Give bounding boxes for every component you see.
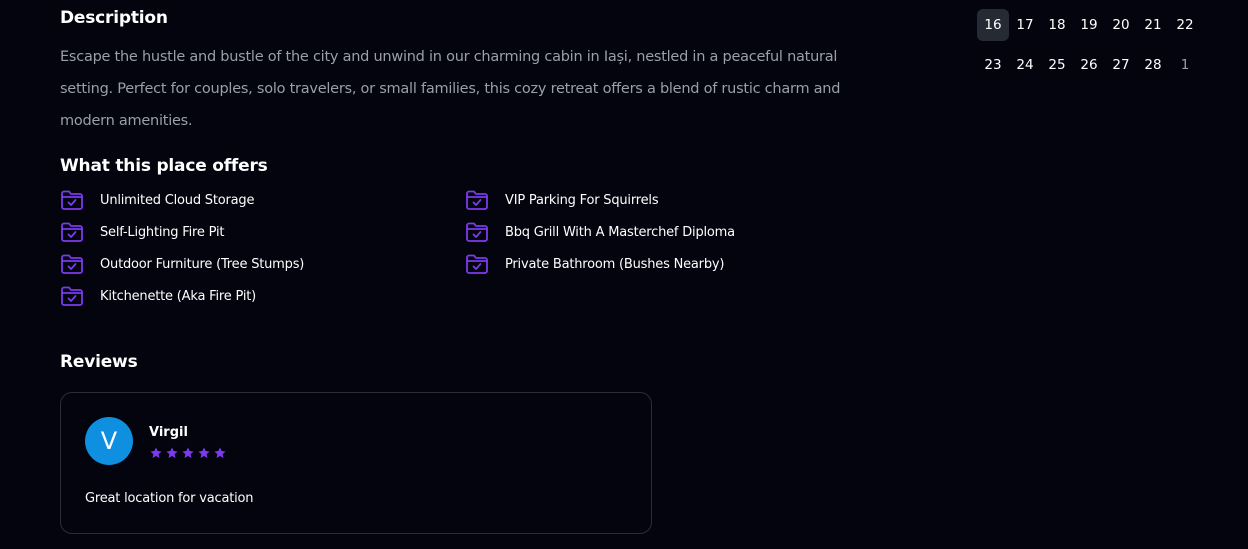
amenity-item: Self-Lighting Fire Pit [60,220,224,244]
calendar-day[interactable]: 22 [1169,9,1201,41]
folder-check-icon [60,285,84,307]
folder-check-icon [465,253,489,275]
amenity-item: Bbq Grill With A Masterchef Diploma [465,220,735,244]
avatar: V [85,417,133,465]
reviewer-name: Virgil [149,425,188,440]
star-icon [149,446,163,460]
calendar-day[interactable]: 24 [1009,49,1041,81]
amenity-label: VIP Parking For Squirrels [505,192,659,208]
calendar-day[interactable]: 21 [1137,9,1169,41]
calendar-day[interactable]: 25 [1041,49,1073,81]
review-text: Great location for vacation [85,491,254,506]
folder-check-icon [60,189,84,211]
calendar-day[interactable]: 1 [1169,49,1201,81]
amenity-item: Kitchenette (Aka Fire Pit) [60,284,256,308]
calendar-day[interactable]: 23 [977,49,1009,81]
folder-check-icon [465,221,489,243]
review-card: V Virgil Great location for vacation [60,392,652,534]
amenity-label: Outdoor Furniture (Tree Stumps) [100,256,305,272]
calendar-day[interactable]: 20 [1105,9,1137,41]
calendar-day[interactable]: 17 [1009,9,1041,41]
amenity-item: VIP Parking For Squirrels [465,188,659,212]
amenity-label: Self-Lighting Fire Pit [100,224,225,240]
amenity-label: Unlimited Cloud Storage [100,192,255,208]
folder-check-icon [60,221,84,243]
star-rating [149,446,227,460]
description-heading: Description [60,8,168,28]
star-icon [213,446,227,460]
reviews-heading: Reviews [60,352,138,372]
calendar-day[interactable]: 28 [1137,49,1169,81]
amenity-label: Kitchenette (Aka Fire Pit) [100,288,257,304]
description-text: Escape the hustle and bustle of the city… [60,49,841,129]
calendar-day[interactable]: 19 [1073,9,1105,41]
offers-heading: What this place offers [60,156,268,176]
star-icon [181,446,195,460]
calendar-day[interactable]: 16 [977,9,1009,41]
amenity-item: Outdoor Furniture (Tree Stumps) [60,252,304,276]
amenity-label: Bbq Grill With A Masterchef Diploma [505,224,735,240]
calendar-day[interactable]: 27 [1105,49,1137,81]
star-icon [197,446,211,460]
star-icon [165,446,179,460]
amenity-item: Private Bathroom (Bushes Nearby) [465,252,724,276]
calendar-day[interactable]: 18 [1041,9,1073,41]
folder-check-icon [60,253,84,275]
calendar-day[interactable]: 26 [1073,49,1105,81]
folder-check-icon [465,189,489,211]
amenity-label: Private Bathroom (Bushes Nearby) [505,256,725,272]
listing-details: Description Escape the hustle and bustle… [0,0,1248,549]
amenity-item: Unlimited Cloud Storage [60,188,254,212]
